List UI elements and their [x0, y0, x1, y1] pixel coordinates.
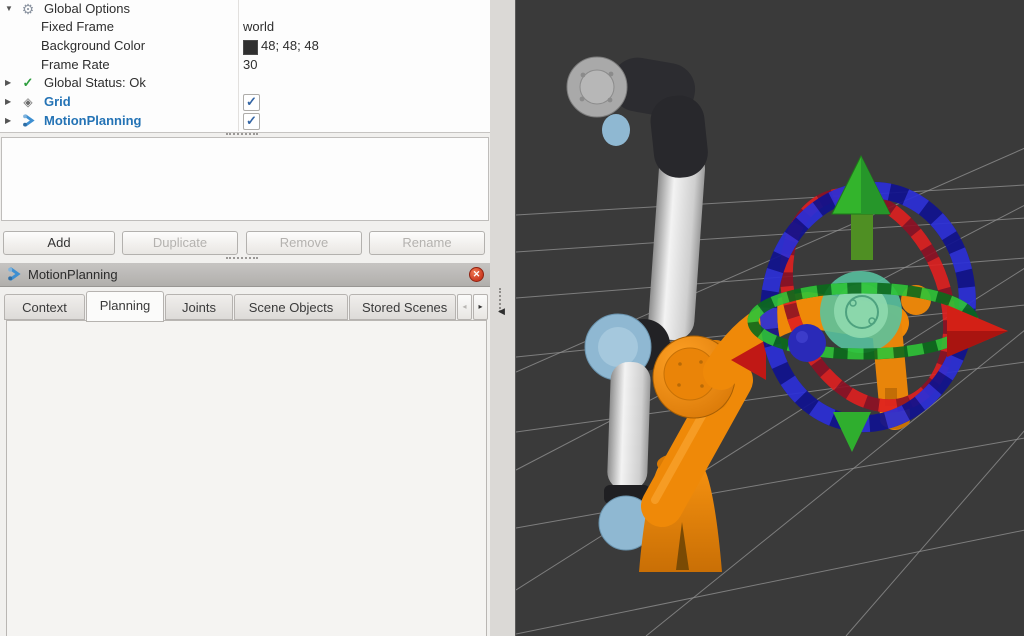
- expander-closed-icon[interactable]: ▶: [5, 112, 11, 130]
- expander-open-icon[interactable]: ▼: [5, 0, 13, 18]
- check-icon: ✓: [244, 114, 259, 128]
- tree-item-label[interactable]: Global Options: [44, 0, 130, 18]
- close-icon[interactable]: ✕: [469, 267, 484, 282]
- motionplanning-titlebar[interactable]: MotionPlanning ✕: [0, 263, 490, 287]
- tab-joints[interactable]: Joints: [165, 294, 233, 320]
- marker-arrow-up[interactable]: [832, 156, 890, 260]
- grid-enabled-checkbox[interactable]: ✓: [243, 94, 260, 111]
- horizontal-splitter[interactable]: [226, 257, 258, 259]
- tree-item-label[interactable]: Global Status: Ok: [44, 74, 146, 92]
- property-value[interactable]: 48; 48; 48: [261, 37, 319, 55]
- expander-closed-icon[interactable]: ▶: [5, 93, 11, 111]
- add-button[interactable]: Add: [3, 231, 115, 255]
- tree-row-frame-rate[interactable]: Frame Rate 30: [0, 56, 490, 74]
- planning-tab-page: [6, 320, 487, 636]
- horizontal-splitter[interactable]: [226, 133, 258, 135]
- motionplanning-icon: [7, 267, 21, 286]
- gear-icon: ⚙: [20, 0, 36, 18]
- status-ok-icon: ✓: [20, 74, 36, 92]
- displays-empty-area: [1, 137, 489, 221]
- tab-stored-scenes[interactable]: Stored Scenes: [349, 294, 456, 320]
- tree-row-global-options[interactable]: ▼ ⚙ Global Options: [0, 0, 490, 18]
- tab-context[interactable]: Context: [4, 294, 85, 320]
- panel-title: MotionPlanning: [28, 263, 118, 286]
- eye-icon: ◈: [20, 93, 36, 111]
- marker-arrow-right[interactable]: [947, 305, 1008, 357]
- tab-scroll-left-icon[interactable]: ◂: [457, 294, 472, 320]
- left-panel: ▼ ⚙ Global Options Fixed Frame world Bac…: [0, 0, 490, 636]
- tree-row-global-status[interactable]: ▶ ✓ Global Status: Ok: [0, 74, 490, 92]
- property-value[interactable]: world: [243, 18, 274, 36]
- tree-row-fixed-frame[interactable]: Fixed Frame world: [0, 18, 490, 36]
- motionplanning-icon: [20, 114, 36, 132]
- interactive-marker[interactable]: [731, 156, 1008, 452]
- tree-item-label[interactable]: MotionPlanning: [44, 112, 141, 130]
- color-swatch[interactable]: [243, 40, 258, 55]
- expander-closed-icon[interactable]: ▶: [5, 74, 11, 92]
- marker-sphere-blue[interactable]: [788, 324, 826, 362]
- tab-scroll-right-icon[interactable]: ▸: [473, 294, 488, 320]
- property-label[interactable]: Fixed Frame: [41, 18, 114, 36]
- remove-button[interactable]: Remove: [246, 231, 362, 255]
- property-value[interactable]: 30: [243, 56, 257, 74]
- rviz-window: ▼ ⚙ Global Options Fixed Frame world Bac…: [0, 0, 1024, 636]
- displays-panel: ▼ ⚙ Global Options Fixed Frame world Bac…: [0, 0, 490, 133]
- tree-row-background-color[interactable]: Background Color 48; 48; 48: [0, 37, 490, 55]
- tree-item-label[interactable]: Grid: [44, 93, 71, 111]
- rename-button[interactable]: Rename: [369, 231, 485, 255]
- property-label[interactable]: Frame Rate: [41, 56, 110, 74]
- collapse-left-icon[interactable]: ◀: [498, 306, 505, 317]
- duplicate-button[interactable]: Duplicate: [122, 231, 238, 255]
- 3d-viewport[interactable]: [515, 0, 1024, 636]
- property-label[interactable]: Background Color: [41, 37, 145, 55]
- motionplanning-panel: MotionPlanning ✕ Context Planning Joints…: [0, 263, 490, 636]
- 3d-scene: [516, 0, 1024, 636]
- tab-planning[interactable]: Planning: [86, 291, 164, 322]
- motionplanning-enabled-checkbox[interactable]: ✓: [243, 113, 260, 130]
- tab-scene-objects[interactable]: Scene Objects: [234, 294, 348, 320]
- tree-row-motionplanning[interactable]: ▶ MotionPlanning ✓: [0, 112, 490, 130]
- tree-row-grid[interactable]: ▶ ◈ Grid ✓: [0, 93, 490, 111]
- panel-splitter[interactable]: ◀: [490, 0, 515, 636]
- check-icon: ✓: [244, 95, 259, 109]
